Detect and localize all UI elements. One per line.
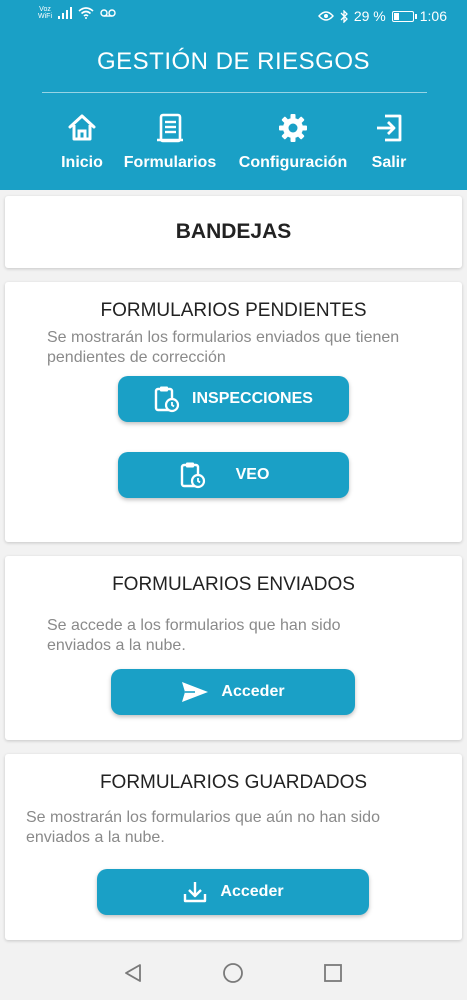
guardados-description: Se mostrarán los formularios que aún no … bbox=[26, 809, 380, 846]
header-divider bbox=[42, 92, 427, 93]
bluetooth-icon bbox=[340, 9, 348, 23]
nav-configuracion-label: Configuración bbox=[238, 154, 348, 171]
veo-button[interactable]: VEO bbox=[118, 452, 349, 498]
inspecciones-button[interactable]: INSPECCIONES bbox=[118, 376, 349, 422]
vowifi-bottom: WiFi bbox=[38, 13, 52, 20]
app-header: Voz WiFi 29 % 1:06 GESTIÓN DE RIESGOS In… bbox=[0, 0, 467, 190]
inspecciones-label: INSPECCIONES bbox=[192, 390, 313, 407]
clipboard-clock-icon bbox=[180, 462, 205, 489]
battery-percent: 29 % bbox=[353, 8, 386, 24]
bandejas-card: BANDEJAS bbox=[5, 196, 462, 268]
status-bar: Voz WiFi 29 % 1:06 bbox=[0, 0, 467, 34]
signal-icon bbox=[58, 7, 72, 19]
send-icon bbox=[182, 682, 209, 702]
pendientes-card: FORMULARIOS PENDIENTES Se mostrarán los … bbox=[5, 282, 462, 542]
status-right: 29 % 1:06 bbox=[317, 8, 447, 24]
nav-formularios-label: Formularios bbox=[123, 154, 217, 171]
recents-icon[interactable] bbox=[323, 963, 343, 983]
form-icon bbox=[157, 113, 183, 143]
home-icon bbox=[68, 114, 96, 141]
nav-configuracion[interactable]: Configuración bbox=[233, 112, 353, 172]
pendientes-description: Se mostrarán los formularios enviados qu… bbox=[47, 329, 400, 366]
guardados-card: FORMULARIOS GUARDADOS Se mostrarán los f… bbox=[5, 754, 462, 940]
eye-icon bbox=[317, 11, 334, 21]
wifi-icon bbox=[78, 7, 94, 19]
home-button-icon[interactable] bbox=[222, 962, 244, 984]
clock: 1:06 bbox=[419, 8, 447, 24]
enviados-acceder-button[interactable]: Acceder bbox=[111, 669, 355, 715]
nav-inicio[interactable]: Inicio bbox=[56, 112, 108, 172]
guardados-acceder-button[interactable]: Acceder bbox=[97, 869, 369, 915]
enviados-card: FORMULARIOS ENVIADOS Se accede a los for… bbox=[5, 556, 462, 740]
vowifi-indicator: Voz WiFi bbox=[38, 6, 52, 20]
android-nav-bar bbox=[0, 945, 467, 1000]
voicemail-icon bbox=[100, 9, 116, 17]
veo-label: VEO bbox=[235, 466, 270, 483]
guardados-title: FORMULARIOS GUARDADOS bbox=[99, 772, 368, 793]
nav-salir[interactable]: Salir bbox=[366, 112, 412, 172]
status-left: Voz WiFi bbox=[38, 6, 116, 20]
back-icon[interactable] bbox=[123, 963, 143, 983]
logout-icon bbox=[377, 114, 402, 142]
download-icon bbox=[184, 882, 207, 903]
enviados-acceder-label: Acceder bbox=[221, 683, 285, 700]
clipboard-clock-icon bbox=[154, 386, 180, 413]
battery-fill bbox=[393, 12, 399, 20]
nav-formularios[interactable]: Formularios bbox=[119, 112, 221, 172]
battery-icon bbox=[391, 10, 417, 22]
gear-icon bbox=[279, 114, 307, 142]
bandejas-title: BANDEJAS bbox=[175, 220, 292, 243]
enviados-description: Se accede a los formularios que han sido… bbox=[47, 617, 341, 654]
nav-inicio-label: Inicio bbox=[61, 154, 103, 171]
pendientes-title: FORMULARIOS PENDIENTES bbox=[100, 300, 367, 321]
app-title: GESTIÓN DE RIESGOS bbox=[96, 48, 371, 75]
vowifi-top: Voz bbox=[39, 6, 51, 13]
nav-salir-label: Salir bbox=[371, 154, 407, 171]
guardados-acceder-label: Acceder bbox=[220, 883, 284, 900]
enviados-title: FORMULARIOS ENVIADOS bbox=[112, 574, 355, 595]
